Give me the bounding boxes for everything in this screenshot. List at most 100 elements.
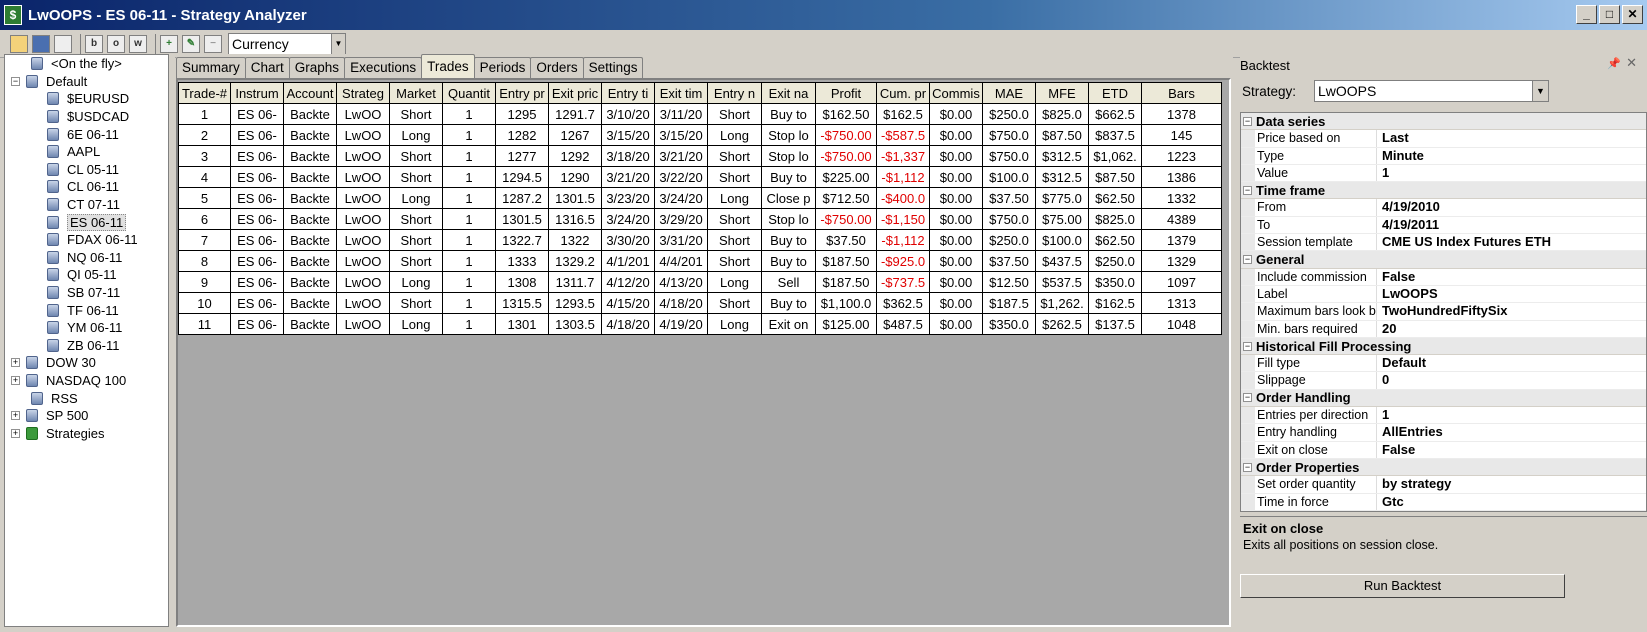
property-row[interactable]: Type Minute [1241, 147, 1646, 165]
column-header[interactable]: Account [283, 82, 337, 104]
property-category[interactable]: − Data series [1241, 113, 1646, 131]
column-header[interactable]: Cum. pr [876, 82, 930, 104]
property-value[interactable]: Default [1377, 355, 1646, 371]
column-header[interactable]: Profit [815, 82, 877, 104]
tab-graphs[interactable]: Graphs [288, 57, 346, 78]
collapse-icon[interactable]: − [1243, 393, 1252, 403]
strategy-select[interactable]: LwOOPS ▼ [1314, 80, 1549, 102]
property-row[interactable]: Set order quantity by strategy [1241, 476, 1646, 494]
property-value[interactable]: False [1377, 269, 1646, 285]
property-value[interactable]: 4/19/2011 [1377, 217, 1646, 233]
tree-node[interactable]: AAPL [5, 143, 168, 161]
tree-node[interactable]: + DOW 30 [5, 354, 168, 372]
column-header[interactable]: Commis [929, 82, 983, 104]
instrument-tree[interactable]: <On the fly> − Default $EURUSD $USDCAD 6E 06-… [4, 54, 169, 627]
tab-orders[interactable]: Orders [530, 57, 584, 78]
property-value[interactable]: CME US Index Futures ETH [1377, 234, 1646, 250]
tab-settings[interactable]: Settings [582, 57, 644, 78]
tree-node[interactable]: + SP 500 [5, 407, 168, 425]
tree-node[interactable]: − Default [5, 73, 168, 91]
property-value[interactable]: 1 [1377, 165, 1646, 181]
property-row[interactable]: Label LwOOPS [1241, 285, 1646, 304]
tab-periods[interactable]: Periods [473, 57, 532, 78]
property-value[interactable]: LwOOPS [1377, 286, 1646, 302]
property-row[interactable]: Price based on Last [1241, 130, 1646, 148]
table-row[interactable]: 4 ES 06- Backte LwOO Short 1 1294.5 1290 3/21/20… [178, 166, 1222, 188]
b-icon[interactable]: b [85, 34, 103, 53]
table-row[interactable]: 1 ES 06- Backte LwOO Short 1 1295 1291.7 3/10/20… [178, 103, 1222, 125]
tree-node[interactable]: RSS [5, 389, 168, 407]
expand-icon[interactable]: + [11, 428, 20, 438]
property-category[interactable]: − Historical Fill Processing [1241, 337, 1646, 356]
collapse-icon[interactable]: − [1243, 185, 1252, 195]
remove-icon[interactable]: − [204, 34, 222, 53]
property-row[interactable]: Maximum bars look backTwoHundredFiftySix [1241, 303, 1646, 321]
tree-node[interactable]: $USDCAD [5, 108, 168, 126]
tree-node[interactable]: YM 06-11 [5, 319, 168, 337]
column-header[interactable]: MAE [982, 82, 1036, 104]
table-row[interactable]: 8 ES 06- Backte LwOO Short 1 1333 1329.2 4/1/201… [178, 250, 1222, 272]
column-header[interactable]: Entry pr [495, 82, 549, 104]
collapse-icon[interactable]: − [1243, 341, 1252, 351]
property-category[interactable]: − Order Handling [1241, 389, 1646, 408]
table-row[interactable]: 5 ES 06- Backte LwOO Long 1 1287.2 1301.5 3/23/2… [178, 187, 1222, 209]
flag-icon[interactable] [54, 34, 72, 53]
property-category[interactable]: − Time frame [1241, 182, 1646, 200]
tab-executions[interactable]: Executions [344, 57, 423, 78]
o-icon[interactable]: o [107, 34, 125, 53]
property-value[interactable]: TwoHundredFiftySix [1377, 303, 1646, 319]
collapse-icon[interactable]: − [1243, 462, 1252, 472]
edit-icon[interactable]: ✎ [182, 34, 200, 53]
column-header[interactable]: ETD [1088, 82, 1142, 104]
column-header[interactable]: Trade-# [178, 82, 231, 104]
column-header[interactable]: Exit na [761, 82, 816, 104]
column-header[interactable]: MFE [1035, 82, 1089, 104]
property-value[interactable]: by strategy [1377, 476, 1646, 492]
column-header[interactable]: Market [389, 82, 443, 104]
collapse-icon[interactable]: − [1243, 255, 1252, 265]
column-header[interactable]: Exit tim [654, 82, 708, 104]
w-icon[interactable]: w [129, 34, 147, 53]
tree-node[interactable]: ZB 06-11 [5, 337, 168, 355]
tree-node[interactable]: CL 05-11 [5, 161, 168, 179]
property-value[interactable]: Gtc [1377, 494, 1646, 510]
property-value[interactable]: 1 [1377, 407, 1646, 423]
splitter[interactable] [169, 54, 175, 627]
add-icon[interactable]: + [160, 34, 178, 53]
column-header[interactable]: Quantit [442, 82, 496, 104]
property-value[interactable]: 20 [1377, 321, 1646, 337]
tab-summary[interactable]: Summary [176, 57, 246, 78]
close-icon[interactable]: ✕ [1626, 55, 1637, 71]
property-row[interactable]: Session template CME US Index Futures ETH [1241, 234, 1646, 252]
property-value[interactable]: 0 [1377, 372, 1646, 388]
tree-node[interactable]: TF 06-11 [5, 301, 168, 319]
property-row[interactable]: Value 1 [1241, 164, 1646, 183]
property-row[interactable]: From 4/19/2010 [1241, 199, 1646, 217]
property-value[interactable]: Last [1377, 130, 1646, 146]
table-row[interactable]: 7 ES 06- Backte LwOO Short 1 1322.7 1322 3/30/20… [178, 229, 1222, 251]
property-row[interactable]: Slippage 0 [1241, 372, 1646, 390]
display-unit-select[interactable]: Currency ▼ [228, 32, 346, 55]
column-header[interactable]: Exit pric [548, 82, 602, 104]
table-row[interactable]: 9 ES 06- Backte LwOO Long 1 1308 1311.7 4/12/20 4… [178, 271, 1222, 293]
tree-node[interactable]: + Strategies [5, 424, 168, 442]
chevron-down-icon[interactable]: ▼ [331, 33, 345, 54]
tree-node[interactable]: ES 06-11 [5, 213, 168, 231]
property-row[interactable]: Min. bars required 20 [1241, 320, 1646, 338]
property-value[interactable]: Minute [1377, 148, 1646, 164]
property-row[interactable]: Entries per direction 1 [1241, 407, 1646, 425]
tab-chart[interactable]: Chart [244, 57, 290, 78]
property-row[interactable]: Time in force Gtc [1241, 493, 1646, 511]
collapse-icon[interactable]: − [11, 76, 20, 86]
column-header[interactable]: Entry ti [601, 82, 655, 104]
property-row[interactable]: Exit on close False [1241, 441, 1646, 459]
collapse-icon[interactable]: − [1243, 116, 1252, 126]
table-row[interactable]: 10 ES 06- Backte LwOO Short 1 1315.5 1293.5 4/15… [178, 292, 1222, 314]
expand-icon[interactable]: + [11, 411, 20, 421]
column-header[interactable]: Strateg [336, 82, 390, 104]
property-value[interactable]: False [1377, 442, 1646, 458]
table-row[interactable]: 2 ES 06- Backte LwOO Long 1 1282 1267 3/15/20 3/1… [178, 124, 1222, 146]
table-row[interactable]: 11 ES 06- Backte LwOO Long 1 1301 1303.5 4/18/20… [178, 313, 1222, 335]
table-row[interactable]: 6 ES 06- Backte LwOO Short 1 1301.5 1316.5 3/24/… [178, 208, 1222, 230]
tree-node[interactable]: FDAX 06-11 [5, 231, 168, 249]
